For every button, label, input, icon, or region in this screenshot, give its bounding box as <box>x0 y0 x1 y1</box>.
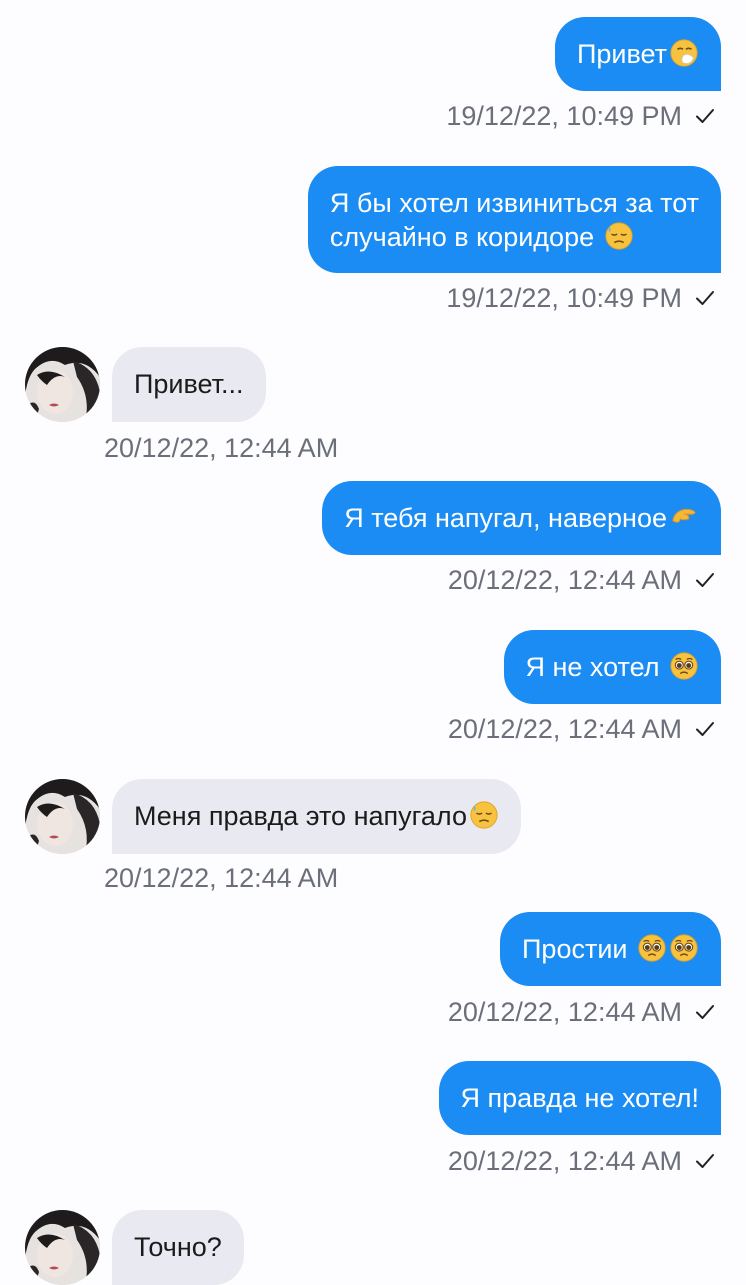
timestamp-text: 19/12/22, 10:49 PM <box>446 283 682 313</box>
outgoing-message-bubble[interactable]: Я не хотел <box>503 630 721 704</box>
message-text: Я не хотел <box>525 652 667 682</box>
check-icon <box>694 718 716 740</box>
outgoing-message-timestamp: 20/12/22, 12:44 AM <box>448 564 716 596</box>
sneezing-face-icon <box>669 38 699 68</box>
timestamp-text: 20/12/22, 12:44 AM <box>104 433 339 463</box>
incoming-message-bubble[interactable]: Привет... <box>112 347 266 422</box>
pleading-face-icon <box>669 933 699 963</box>
message-text: Я тебя напугал, наверное <box>344 503 667 533</box>
timestamp-text: 20/12/22, 12:44 AM <box>104 863 339 893</box>
contact-avatar[interactable] <box>25 347 100 422</box>
check-icon <box>694 1150 716 1172</box>
outgoing-message-timestamp: 19/12/22, 10:49 PM <box>446 100 716 132</box>
downcast-sweat-face-icon <box>469 800 499 830</box>
contact-avatar[interactable] <box>25 779 100 854</box>
timestamp-text: 20/12/22, 12:44 AM <box>447 565 682 595</box>
pinching-hand-icon <box>669 502 699 532</box>
contact-avatar[interactable] <box>25 1210 100 1285</box>
check-icon <box>694 287 716 309</box>
outgoing-message-timestamp: 20/12/22, 12:44 AM <box>448 713 716 745</box>
outgoing-message-timestamp: 20/12/22, 12:44 AM <box>448 1145 716 1177</box>
outgoing-message-bubble[interactable]: Я тебя напугал, наверное <box>322 481 721 555</box>
timestamp-text: 20/12/22, 12:44 AM <box>447 714 682 744</box>
outgoing-message-bubble[interactable]: Я правда не хотел! <box>438 1061 721 1135</box>
message-text: Меня правда это напугало <box>134 801 467 831</box>
outgoing-message-bubble[interactable]: Я бы хотел извиниться за тот случайно в к… <box>307 166 721 273</box>
timestamp-text: 19/12/22, 10:49 PM <box>446 101 682 131</box>
pleading-face-icon <box>637 933 667 963</box>
timestamp-text: 20/12/22, 12:44 AM <box>447 997 682 1027</box>
incoming-message-timestamp: 20/12/22, 12:44 AM <box>104 432 338 464</box>
incoming-message-bubble[interactable]: Точно? <box>112 1210 244 1285</box>
incoming-message-timestamp: 20/12/22, 12:44 AM <box>104 862 338 894</box>
timestamp-text: 20/12/22, 12:44 AM <box>447 1146 682 1176</box>
incoming-message-bubble[interactable]: Меня правда это напугало <box>112 779 521 854</box>
message-text: Я правда не хотел! <box>460 1083 699 1113</box>
outgoing-message-bubble[interactable]: Привет <box>554 17 721 91</box>
message-text: Точно? <box>134 1232 222 1262</box>
outgoing-message-timestamp: 19/12/22, 10:49 PM <box>446 282 716 314</box>
message-text: Простии <box>522 934 635 964</box>
outgoing-message-bubble[interactable]: Простии <box>500 912 721 986</box>
message-text-line: случайно в коридоре <box>329 222 602 252</box>
check-icon <box>694 105 716 127</box>
downcast-sweat-face-icon <box>604 221 634 251</box>
outgoing-message-timestamp: 20/12/22, 12:44 AM <box>448 996 716 1028</box>
message-text: Привет... <box>134 369 244 399</box>
message-text: Привет <box>576 39 667 69</box>
message-text-line: Я бы хотел извиниться за тот <box>329 188 699 218</box>
pleading-face-icon <box>669 651 699 681</box>
check-icon <box>694 1001 716 1023</box>
chat-thread: Привет 19/12/22, 10:49 PM Я бы хотел извин… <box>0 0 746 1285</box>
check-icon <box>694 569 716 591</box>
